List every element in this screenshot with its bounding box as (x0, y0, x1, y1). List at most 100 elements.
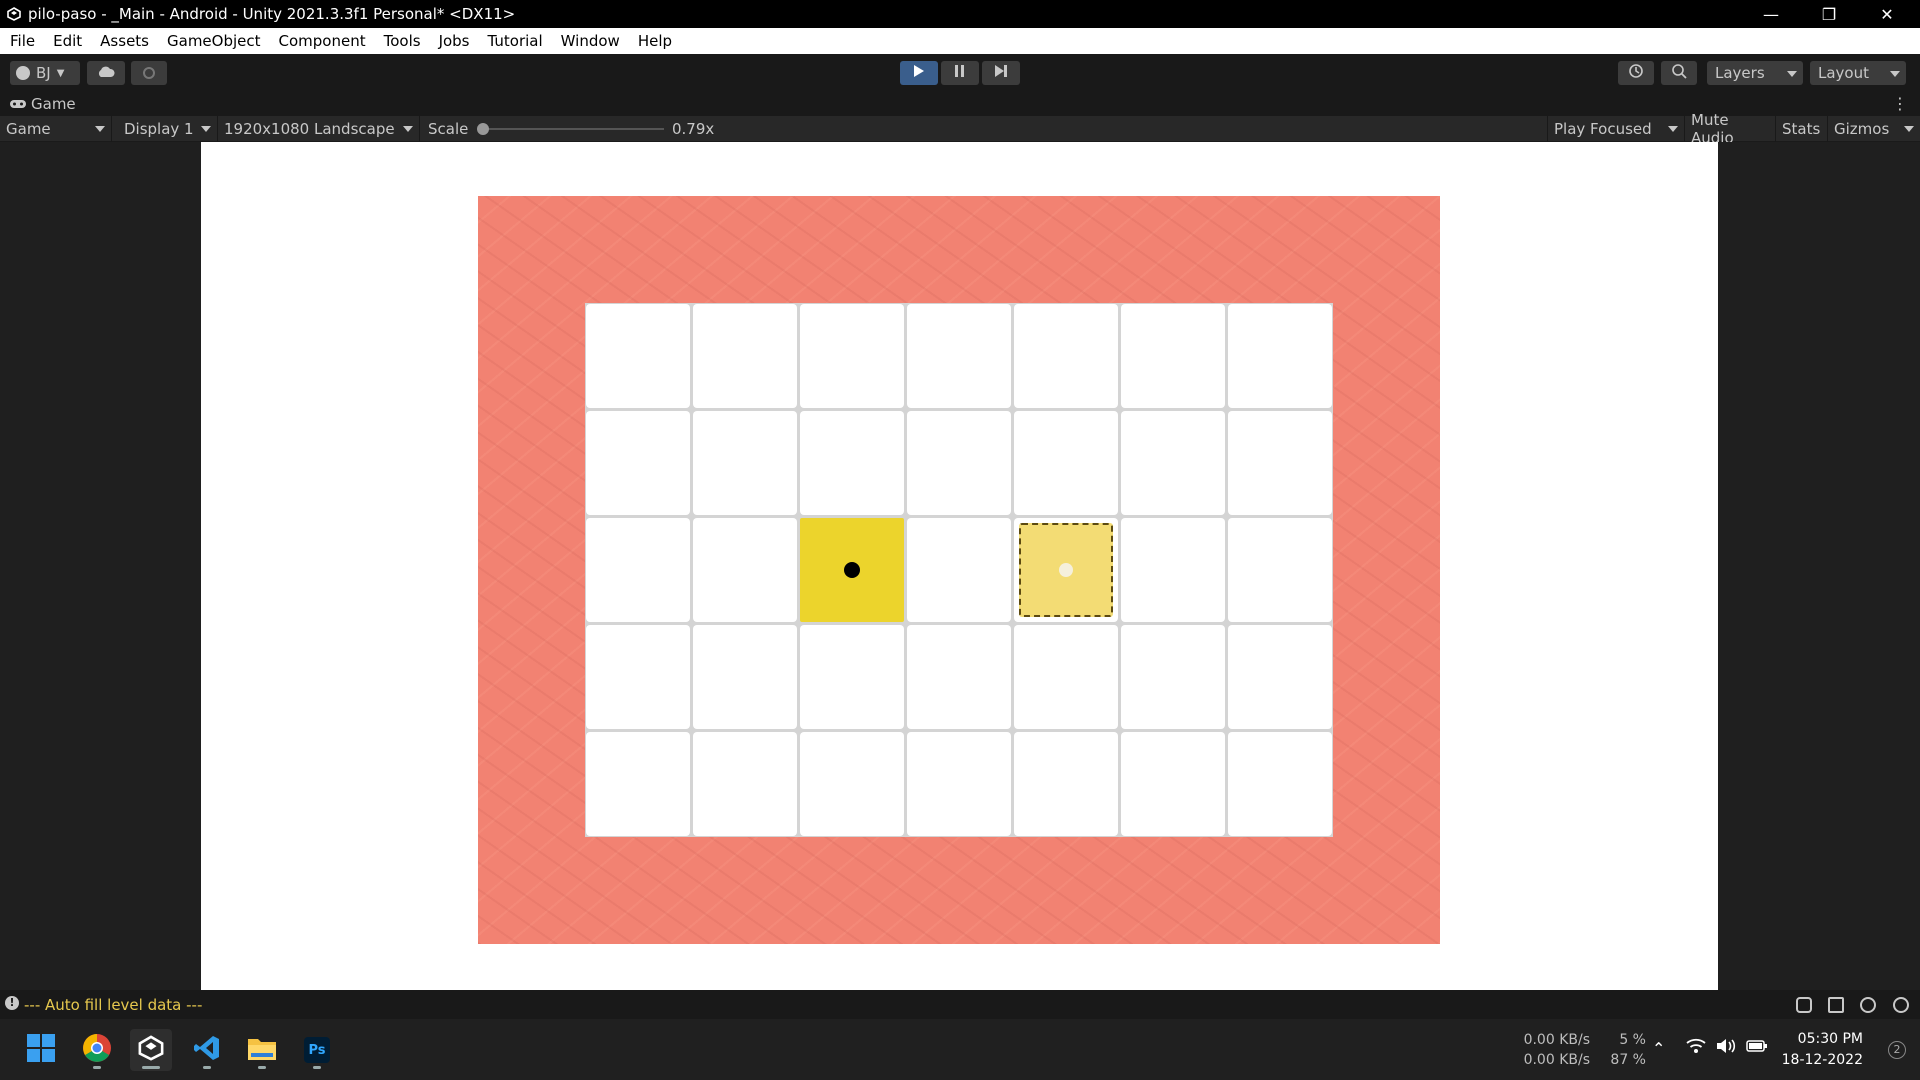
board-cell[interactable] (800, 304, 904, 408)
minimize-button[interactable]: — (1742, 0, 1800, 28)
board-cell[interactable] (693, 625, 797, 729)
search-button[interactable] (1661, 61, 1697, 85)
network-icon[interactable] (1860, 997, 1876, 1013)
wifi-icon[interactable] (1686, 1038, 1706, 1058)
taskbar-vscode[interactable] (186, 1029, 228, 1071)
more-options-icon[interactable]: ⋮ (1892, 94, 1908, 113)
board-cell[interactable] (1121, 411, 1225, 515)
resolution-dropdown[interactable]: 1920x1080 Landscape (218, 116, 420, 142)
tile-dot (844, 562, 860, 578)
check-circle-icon[interactable] (1893, 997, 1909, 1013)
chevron-down-icon (1890, 71, 1900, 77)
board-cell[interactable] (693, 518, 797, 622)
step-icon (994, 64, 1008, 82)
menu-gameobject[interactable]: GameObject (157, 28, 269, 54)
console-message[interactable]: --- Auto fill level data --- (24, 996, 202, 1014)
menu-window[interactable]: Window (551, 28, 628, 54)
scale-slider-handle[interactable] (477, 123, 489, 135)
target-tile (1019, 523, 1113, 617)
battery-icon[interactable] (1746, 1040, 1768, 1056)
history-button[interactable] (1618, 61, 1654, 85)
board-cell[interactable] (586, 518, 690, 622)
start-button[interactable] (20, 1029, 62, 1071)
play-button[interactable] (900, 61, 938, 85)
menu-help[interactable]: Help (628, 28, 680, 54)
gizmos-dropdown[interactable]: Gizmos (1828, 116, 1920, 142)
collab-button[interactable] (131, 61, 167, 85)
chevron-up-icon[interactable]: ⌃ (1652, 1039, 1665, 1058)
menu-edit[interactable]: Edit (43, 28, 90, 54)
board-cell[interactable] (1014, 625, 1118, 729)
board-cell[interactable] (907, 518, 1011, 622)
menu-file[interactable]: File (0, 28, 43, 54)
board-cell[interactable] (1014, 411, 1118, 515)
notification-badge[interactable]: 2 (1888, 1041, 1906, 1059)
board-cell[interactable] (586, 625, 690, 729)
play-focused-dropdown[interactable]: Play Focused (1547, 116, 1685, 142)
board-cell[interactable] (1121, 304, 1225, 408)
layers-stack-icon[interactable] (1828, 997, 1844, 1013)
board-cell[interactable] (1228, 625, 1332, 729)
game-mode-dropdown[interactable]: Game (0, 116, 112, 142)
taskbar-file-explorer[interactable] (241, 1029, 283, 1071)
board-cell[interactable] (693, 411, 797, 515)
board-cell[interactable] (907, 732, 1011, 836)
tab-game[interactable]: Game (0, 92, 76, 116)
board-cell[interactable] (693, 732, 797, 836)
board-cell[interactable] (1228, 304, 1332, 408)
taskbar-chrome[interactable] (76, 1029, 118, 1071)
windows-taskbar: Ps 0.00 KB/s 0.00 KB/s 5 % 87 % ⌃ 05:30 … (0, 1019, 1920, 1080)
menu-assets[interactable]: Assets (90, 28, 157, 54)
title-bar: pilo-paso - _Main - Android - Unity 2021… (0, 0, 1920, 28)
board-cell[interactable] (800, 518, 904, 622)
display-dropdown[interactable]: Display 1 (118, 116, 218, 142)
board-cell[interactable] (907, 304, 1011, 408)
board-cell[interactable] (1121, 732, 1225, 836)
account-dropdown[interactable]: BJ ▼ (10, 61, 80, 85)
board-cell[interactable] (800, 732, 904, 836)
board-cell[interactable] (1014, 304, 1118, 408)
menu-component[interactable]: Component (269, 28, 374, 54)
system-clock[interactable]: 05:30 PM 18-12-2022 (1782, 1029, 1863, 1071)
board-cell[interactable] (1121, 518, 1225, 622)
running-indicator (142, 1066, 160, 1069)
board-cell[interactable] (1014, 732, 1118, 836)
pause-button[interactable] (941, 61, 979, 85)
board-cell[interactable] (1014, 518, 1118, 622)
board-cell[interactable] (1228, 411, 1332, 515)
chevron-down-icon (201, 126, 211, 132)
layers-dropdown[interactable]: Layers (1707, 61, 1803, 85)
board-cell[interactable] (907, 411, 1011, 515)
close-button[interactable]: ✕ (1858, 0, 1916, 28)
stats-toggle[interactable]: Stats (1776, 116, 1828, 142)
player-tile[interactable] (800, 518, 904, 622)
layout-dropdown[interactable]: Layout (1810, 61, 1906, 85)
photoshop-icon: Ps (304, 1037, 330, 1063)
board-cell[interactable] (586, 304, 690, 408)
volume-icon[interactable] (1716, 1038, 1736, 1058)
board-cell[interactable] (800, 411, 904, 515)
board-cell[interactable] (907, 625, 1011, 729)
history-icon (1628, 63, 1644, 83)
taskbar-photoshop[interactable]: Ps (296, 1029, 338, 1071)
game-canvas[interactable] (201, 142, 1718, 990)
cloud-button[interactable] (87, 61, 125, 85)
board-cell[interactable] (1228, 732, 1332, 836)
mute-audio-toggle[interactable]: Mute Audio (1685, 111, 1776, 147)
menu-tools[interactable]: Tools (374, 28, 429, 54)
board-cell[interactable] (800, 625, 904, 729)
board-cell[interactable] (1228, 518, 1332, 622)
menu-tutorial[interactable]: Tutorial (478, 28, 551, 54)
scale-slider[interactable] (477, 123, 664, 135)
search-icon (1671, 63, 1687, 83)
board-cell[interactable] (586, 411, 690, 515)
restore-button[interactable]: ❐ (1800, 0, 1858, 28)
board-cell[interactable] (1121, 625, 1225, 729)
chevron-down-icon (403, 126, 413, 132)
board-cell[interactable] (586, 732, 690, 836)
step-button[interactable] (982, 61, 1020, 85)
taskbar-unity[interactable] (130, 1029, 172, 1071)
menu-jobs[interactable]: Jobs (429, 28, 478, 54)
board-cell[interactable] (693, 304, 797, 408)
debug-icon[interactable] (1796, 997, 1812, 1013)
